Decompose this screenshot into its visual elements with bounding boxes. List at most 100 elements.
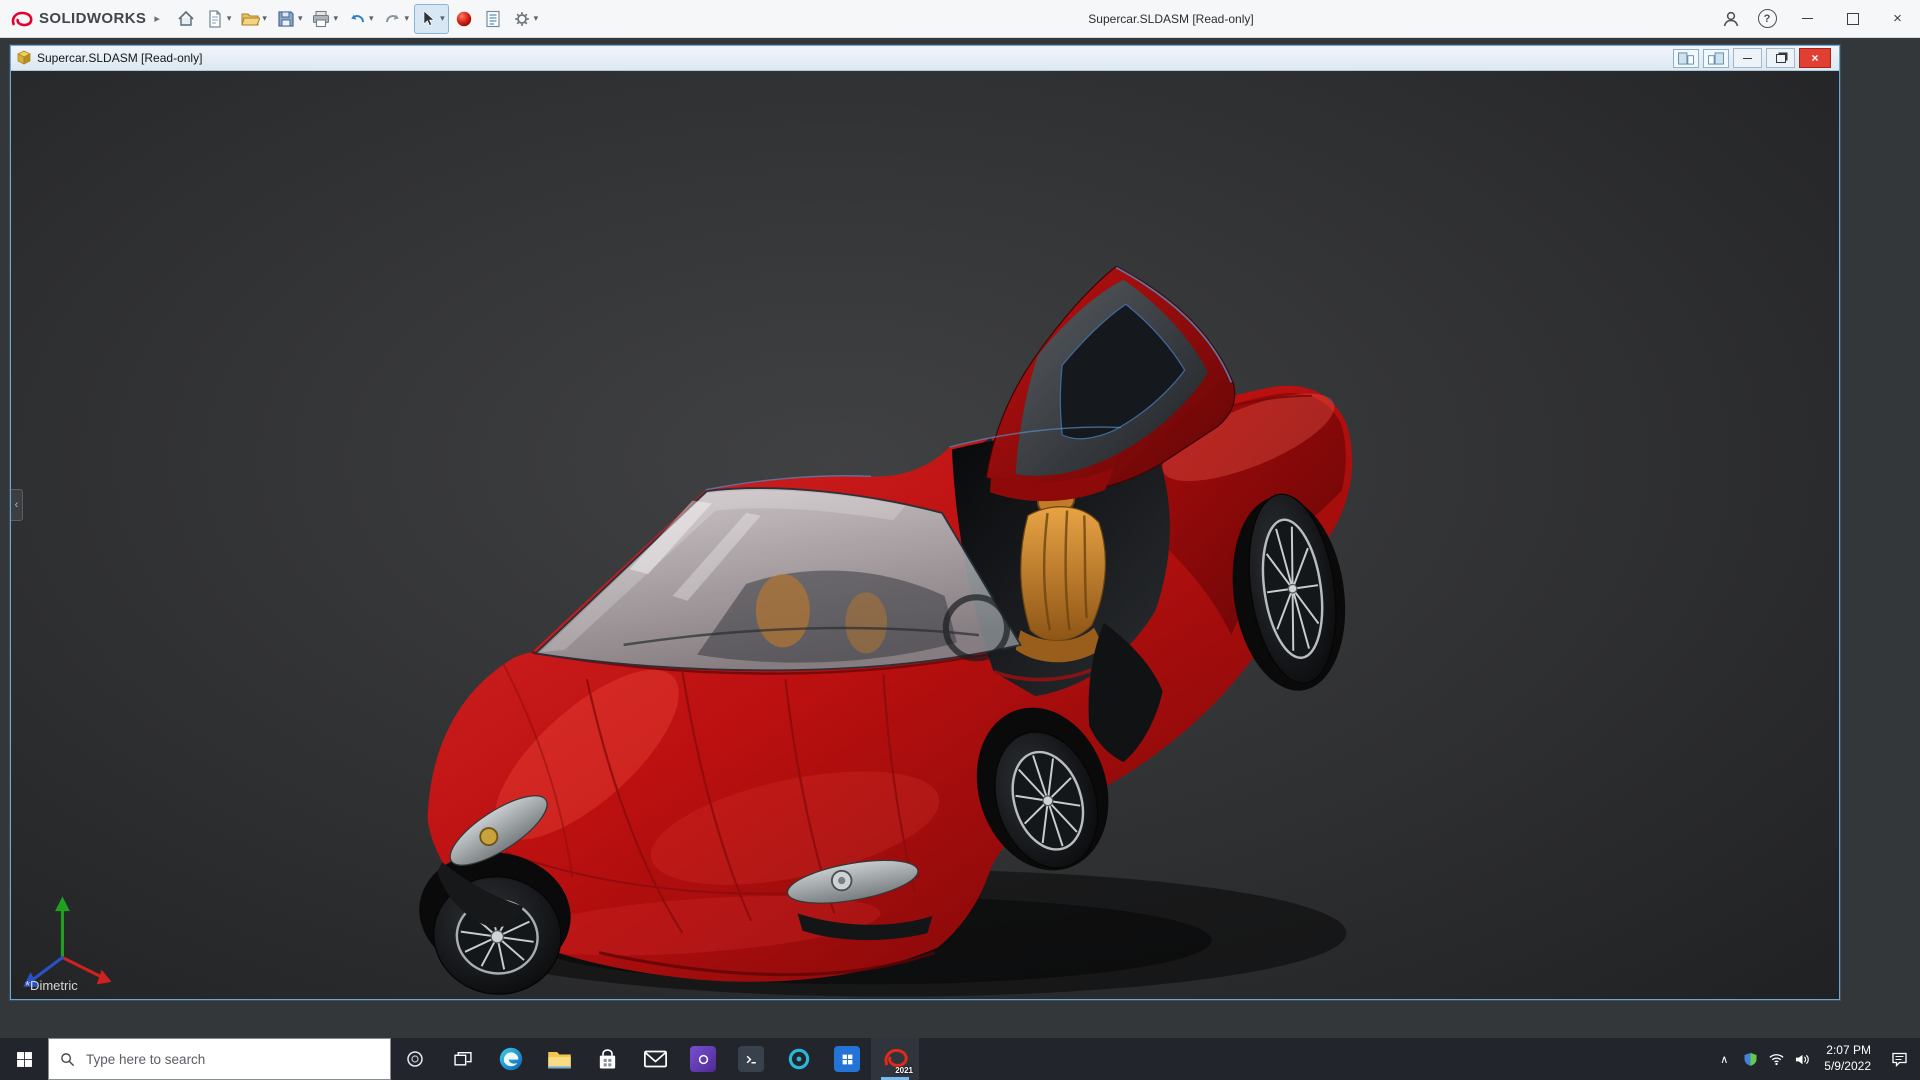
taskbar-app-mail[interactable]: [631, 1038, 679, 1080]
teal-app-icon: [787, 1047, 811, 1071]
orientation-triad: [23, 896, 111, 986]
minimize-icon: [1802, 18, 1813, 19]
document-close-button[interactable]: ×: [1799, 48, 1831, 68]
account-button[interactable]: [1713, 0, 1749, 37]
document-list-button[interactable]: [479, 4, 507, 34]
new-document-icon: [205, 9, 225, 29]
dropdown-arrow-icon[interactable]: ▾: [369, 13, 374, 24]
toolbar-flyout-arrow[interactable]: ▸: [154, 12, 160, 25]
view-orientation-label: *Dimetric: [25, 978, 78, 993]
document-list-icon: [483, 9, 503, 29]
speaker-icon: [1795, 1052, 1810, 1067]
cortana-button[interactable]: [391, 1038, 439, 1080]
action-center-icon: [1891, 1052, 1908, 1067]
search-icon: [60, 1052, 75, 1067]
security-shield-button[interactable]: [1737, 1038, 1763, 1080]
taskbar-search-input[interactable]: [84, 1051, 379, 1068]
workspace: Supercar.SLDASM [Read-only] ×: [0, 37, 1920, 1038]
help-button[interactable]: ?: [1749, 0, 1785, 37]
document-minimize-button[interactable]: [1733, 48, 1762, 68]
system-tray: ∧ 2:07 PM 5/9/2022: [1711, 1038, 1920, 1080]
graphics-viewport[interactable]: *Dimetric ‹: [11, 71, 1839, 999]
brand-wordmark: SOLIDWORKS: [39, 10, 146, 27]
start-button[interactable]: [0, 1038, 48, 1080]
store-icon: [596, 1048, 619, 1071]
dropdown-arrow-icon[interactable]: ▾: [262, 13, 267, 24]
tile-left-icon: [1677, 52, 1695, 65]
redo-button[interactable]: ▾: [379, 4, 414, 34]
minimize-icon: [1743, 58, 1752, 59]
mail-icon: [643, 1049, 668, 1069]
print-icon: [311, 9, 331, 29]
window-minimize-button[interactable]: [1785, 0, 1830, 37]
help-icon: ?: [1758, 9, 1777, 28]
taskbar-app-dark[interactable]: [727, 1038, 775, 1080]
red-sphere-button[interactable]: [450, 4, 478, 34]
taskbar: 2021 ∧ 2:07 PM 5/9/2022: [0, 1038, 1920, 1080]
clock-date: 5/9/2022: [1824, 1059, 1871, 1075]
solidworks-brand: SOLIDWORKS: [0, 10, 146, 28]
window-close-button[interactable]: ×: [1875, 0, 1920, 37]
save-icon: [276, 9, 296, 29]
cortana-icon: [406, 1050, 424, 1068]
open-button[interactable]: ▾: [236, 4, 271, 34]
titlebar-right-controls: ? ×: [1713, 0, 1920, 37]
volume-button[interactable]: [1789, 1038, 1815, 1080]
home-icon: [176, 9, 196, 29]
document-titlebar[interactable]: Supercar.SLDASM [Read-only] ×: [11, 46, 1839, 71]
red-sphere-icon: [454, 9, 474, 29]
taskbar-clock[interactable]: 2:07 PM 5/9/2022: [1815, 1043, 1880, 1074]
app-titlebar: SOLIDWORKS ▸ ▾ ▾ ▾ ▾: [0, 0, 1920, 38]
blue-app-icon: [834, 1046, 860, 1072]
screen: SOLIDWORKS ▸ ▾ ▾ ▾ ▾: [0, 0, 1920, 1080]
undo-button[interactable]: ▾: [343, 4, 378, 34]
task-view-button[interactable]: [439, 1038, 487, 1080]
tile-right-icon: [1707, 52, 1725, 65]
save-button[interactable]: ▾: [272, 4, 307, 34]
tile-left-button[interactable]: [1673, 49, 1699, 68]
open-folder-icon: [240, 9, 260, 29]
undo-icon: [347, 9, 367, 29]
maximize-icon: [1847, 13, 1859, 25]
dropdown-arrow-icon[interactable]: ▾: [298, 13, 303, 24]
person-icon: [1720, 8, 1742, 30]
action-center-button[interactable]: [1880, 1038, 1918, 1080]
dropdown-arrow-icon[interactable]: ▾: [333, 13, 338, 24]
3d-scene[interactable]: [11, 71, 1839, 999]
print-button[interactable]: ▾: [307, 4, 342, 34]
file-explorer-icon: [547, 1048, 572, 1071]
quick-access-toolbar: ▾ ▾ ▾ ▾ ▾ ▾ ▾: [172, 4, 542, 34]
document-title: Supercar.SLDASM [Read-only]: [37, 51, 202, 65]
taskbar-app-blue[interactable]: [823, 1038, 871, 1080]
security-shield-icon: [1743, 1052, 1758, 1067]
assembly-icon: [16, 50, 32, 66]
dropdown-arrow-icon[interactable]: ▾: [440, 13, 445, 24]
dropdown-arrow-icon[interactable]: ▾: [227, 13, 232, 24]
home-button[interactable]: [172, 4, 200, 34]
solidworks-logo-icon: [10, 10, 34, 28]
feature-panel-expand-tab[interactable]: ‹: [11, 489, 23, 521]
document-window: Supercar.SLDASM [Read-only] ×: [10, 45, 1840, 1000]
taskbar-app-teal[interactable]: [775, 1038, 823, 1080]
taskbar-app-store[interactable]: [583, 1038, 631, 1080]
tray-expand-button[interactable]: ∧: [1711, 1038, 1737, 1080]
taskbar-app-solidworks[interactable]: 2021: [871, 1038, 919, 1080]
select-tool-button[interactable]: ▾: [414, 4, 449, 34]
taskbar-search[interactable]: [48, 1038, 391, 1080]
dropdown-arrow-icon[interactable]: ▾: [405, 13, 410, 24]
taskbar-app-edge[interactable]: [487, 1038, 535, 1080]
clock-time: 2:07 PM: [1826, 1043, 1871, 1059]
options-button[interactable]: ▾: [508, 4, 543, 34]
taskbar-app-purple[interactable]: [679, 1038, 727, 1080]
solidworks-year-badge: 2021: [895, 1066, 913, 1075]
taskbar-app-file-explorer[interactable]: [535, 1038, 583, 1080]
network-button[interactable]: [1763, 1038, 1789, 1080]
window-maximize-button[interactable]: [1830, 0, 1875, 37]
document-restore-button[interactable]: [1766, 48, 1795, 68]
tile-right-button[interactable]: [1703, 49, 1729, 68]
gear-icon: [512, 9, 532, 29]
purple-app-icon: [690, 1046, 716, 1072]
dropdown-arrow-icon[interactable]: ▾: [534, 13, 539, 24]
redo-icon: [383, 9, 403, 29]
new-document-button[interactable]: ▾: [201, 4, 236, 34]
